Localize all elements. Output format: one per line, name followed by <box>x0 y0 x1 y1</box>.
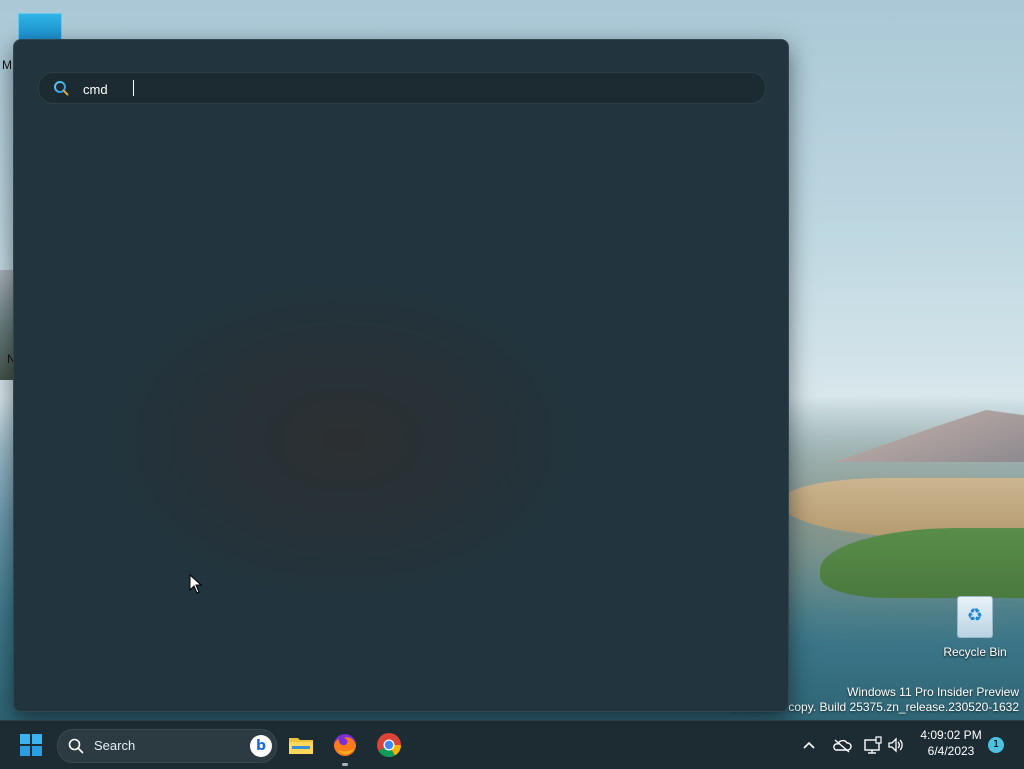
wallpaper-grass <box>820 528 1024 598</box>
recycle-bin-label: Recycle Bin <box>943 645 1007 659</box>
taskbar-search-box[interactable]: Search b <box>57 729 277 763</box>
system-clock[interactable]: 4:09:02 PM 6/4/2023 <box>906 727 996 759</box>
windows-start-icon[interactable] <box>20 734 42 756</box>
network-icon[interactable] <box>863 733 883 757</box>
search-icon <box>54 81 69 96</box>
bing-icon[interactable]: b <box>250 735 272 757</box>
text-caret <box>133 80 134 96</box>
chevron-up-icon[interactable] <box>802 733 816 757</box>
clock-time: 4:09:02 PM <box>920 728 982 742</box>
desktop-shortcut-label: M <box>2 58 12 72</box>
start-search-box[interactable] <box>38 72 766 104</box>
file-explorer-icon[interactable] <box>286 730 316 760</box>
search-icon <box>68 738 84 754</box>
start-search-input[interactable] <box>81 77 745 101</box>
onedrive-offline-icon[interactable] <box>832 733 852 757</box>
volume-icon[interactable] <box>887 733 905 757</box>
taskbar-search-label: Search <box>94 738 136 753</box>
notification-badge[interactable]: 1 <box>988 737 1004 753</box>
taskbar: Search b 4:09:02 PM 6/4/2023 1 <box>0 720 1024 769</box>
firefox-icon[interactable] <box>330 730 360 766</box>
mouse-pointer-icon <box>189 574 203 594</box>
wallpaper-mountain <box>834 410 1024 462</box>
recycle-bin-icon: ♻ <box>957 596 993 638</box>
clock-date: 6/4/2023 <box>927 744 975 758</box>
app-running-indicator <box>342 763 348 766</box>
chrome-icon[interactable] <box>374 730 404 760</box>
start-menu-panel <box>13 39 789 712</box>
recycle-bin-shortcut[interactable]: ♻ Recycle Bin <box>940 596 1010 659</box>
